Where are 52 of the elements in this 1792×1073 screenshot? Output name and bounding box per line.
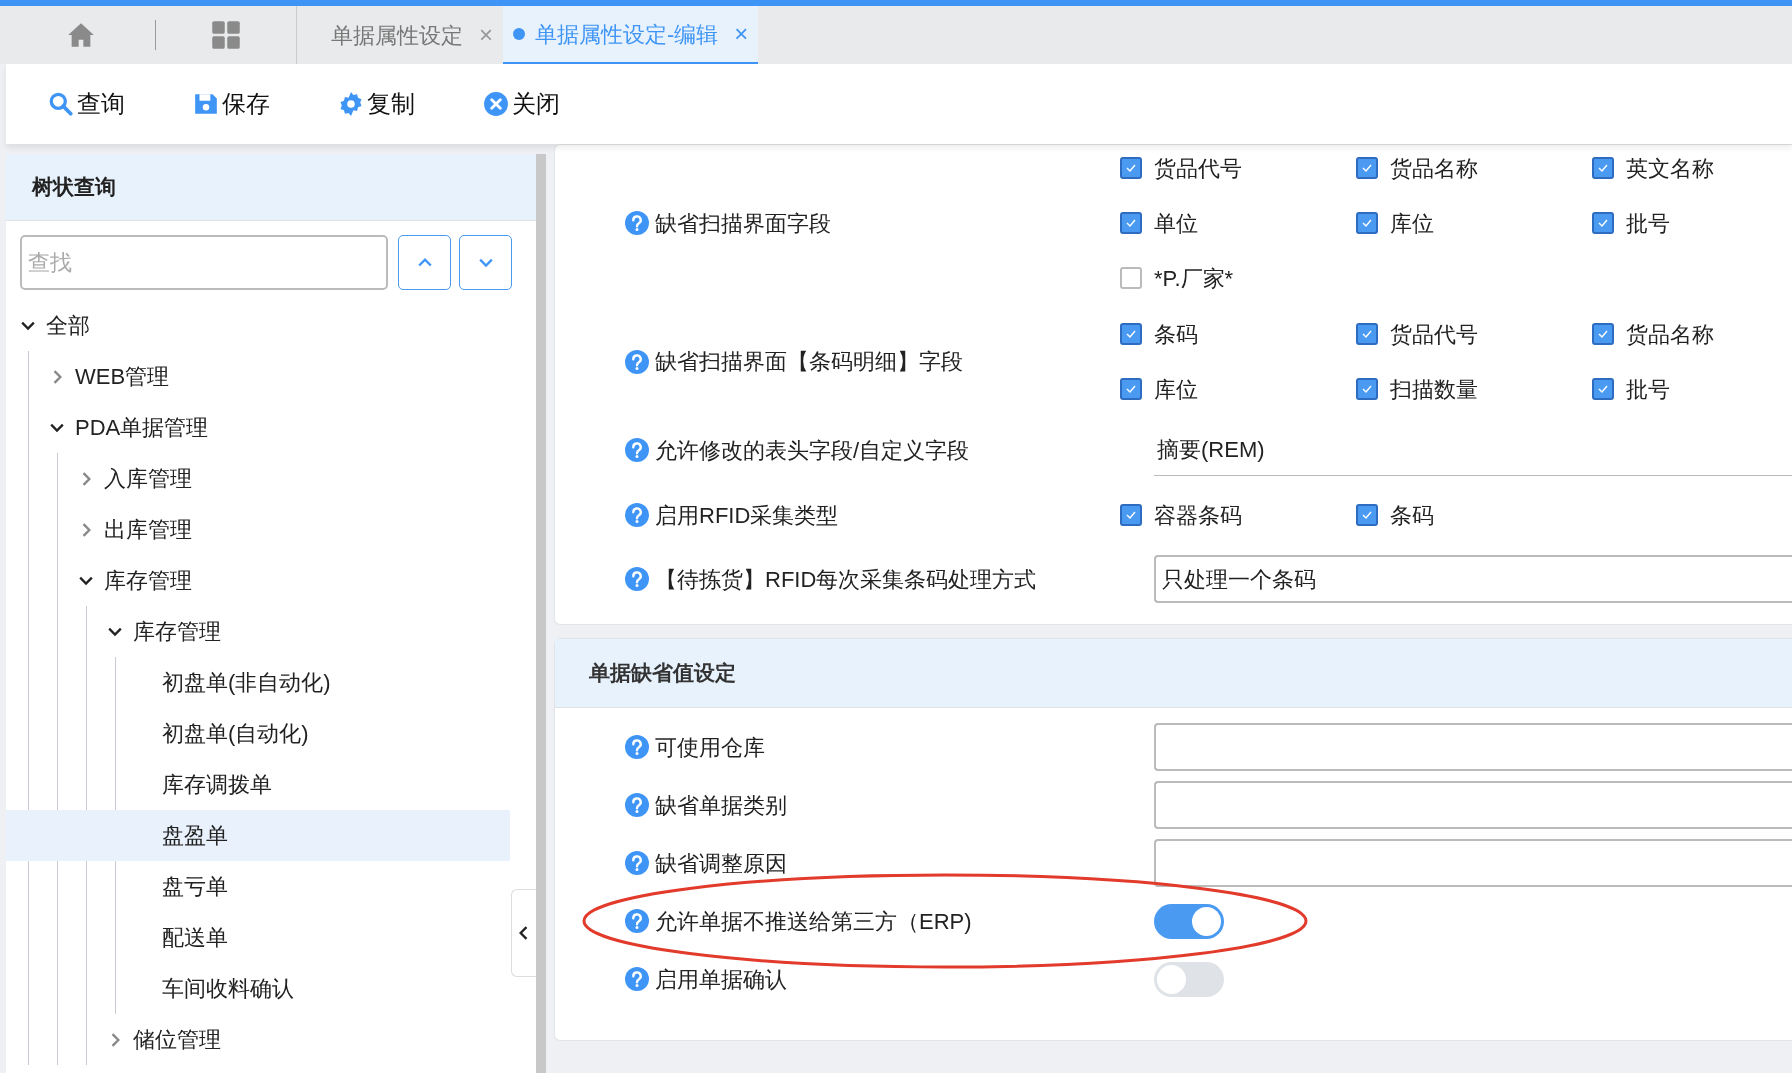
tree-item[interactable]: PDA单据管理 xyxy=(6,402,510,453)
checkbox-label: 条码 xyxy=(1390,501,1434,530)
checkbox-label: 批号 xyxy=(1626,375,1670,404)
tree-item[interactable]: 盘亏单 xyxy=(6,861,510,912)
toolbar-button[interactable]: 保存 xyxy=(193,86,270,122)
tab[interactable]: 单据属性设定 × xyxy=(297,6,503,64)
panel-header: 树状查询 xyxy=(6,154,536,221)
text-field[interactable]: 摘要(REM) xyxy=(1154,424,1792,476)
field-label: 缺省单据类别 xyxy=(655,791,787,820)
tree-item[interactable]: 车间收料确认 xyxy=(6,963,510,1014)
tree-item[interactable]: 储位管理 xyxy=(6,1014,510,1065)
field-label: 缺省调整原因 xyxy=(655,849,787,878)
field-label: 启用RFID采集类型 xyxy=(655,501,839,530)
checkbox-label: 英文名称 xyxy=(1626,154,1714,183)
checkbox-label: 单位 xyxy=(1154,209,1198,238)
tree-item[interactable]: 入库管理 xyxy=(6,453,510,504)
checkbox-label: *P.厂家* xyxy=(1154,264,1234,293)
tree-item[interactable]: 出库管理 xyxy=(6,504,510,555)
field-label: 【待拣货】RFID每次采集条码处理方式 xyxy=(655,565,1037,594)
checkbox-label: 库位 xyxy=(1154,375,1198,404)
toolbar-button[interactable]: 复制 xyxy=(338,86,415,122)
checkbox-label: 货品代号 xyxy=(1154,154,1242,183)
checkbox-label: 货品名称 xyxy=(1626,320,1714,349)
field-label: 缺省扫描界面字段 xyxy=(655,209,831,238)
field-label: 启用单据确认 xyxy=(655,965,787,994)
tree-item[interactable]: 库存管理 xyxy=(6,555,510,606)
section-header: 单据缺省值设定 xyxy=(555,639,1792,708)
checkbox-label: 容器条码 xyxy=(1154,501,1242,530)
tree-item[interactable]: 全部 xyxy=(6,300,510,351)
field-label: 允许单据不推送给第三方（ERP) xyxy=(655,907,972,936)
tree-item[interactable]: 初盘单(自动化) xyxy=(6,708,510,759)
tree-item[interactable]: 初盘单(非自动化) xyxy=(6,657,510,708)
checkbox-label: 批号 xyxy=(1626,209,1670,238)
select-field[interactable]: 只处理一个条码 xyxy=(1154,555,1792,603)
tab-label: 单据属性设定-编辑 xyxy=(535,20,719,49)
tree-item[interactable]: 库存调拨单 xyxy=(6,759,510,810)
field-label: 允许修改的表头字段/自定义字段 xyxy=(655,436,970,465)
field-label: 可使用仓库 xyxy=(655,733,765,762)
toolbar-button[interactable]: 关闭 xyxy=(483,86,560,122)
checkbox-label: 货品代号 xyxy=(1390,320,1478,349)
field-label: 缺省扫描界面【条码明细】字段 xyxy=(655,348,963,376)
tree-item[interactable]: 库存管理 xyxy=(6,606,510,657)
checkbox-label: 扫描数量 xyxy=(1390,375,1478,404)
tree-item[interactable]: 配送单 xyxy=(6,912,510,963)
tab-label: 单据属性设定 xyxy=(331,21,463,50)
search-field[interactable]: 查找 xyxy=(20,235,388,290)
checkbox-label: 库位 xyxy=(1390,209,1434,238)
checkbox-label: 货品名称 xyxy=(1390,154,1478,183)
checkbox-label: 条码 xyxy=(1154,320,1198,349)
tree-item[interactable]: WEB管理 xyxy=(6,351,510,402)
tree-item[interactable]: 盘盈单 xyxy=(6,810,510,861)
toolbar-button[interactable]: 查询 xyxy=(48,86,125,122)
